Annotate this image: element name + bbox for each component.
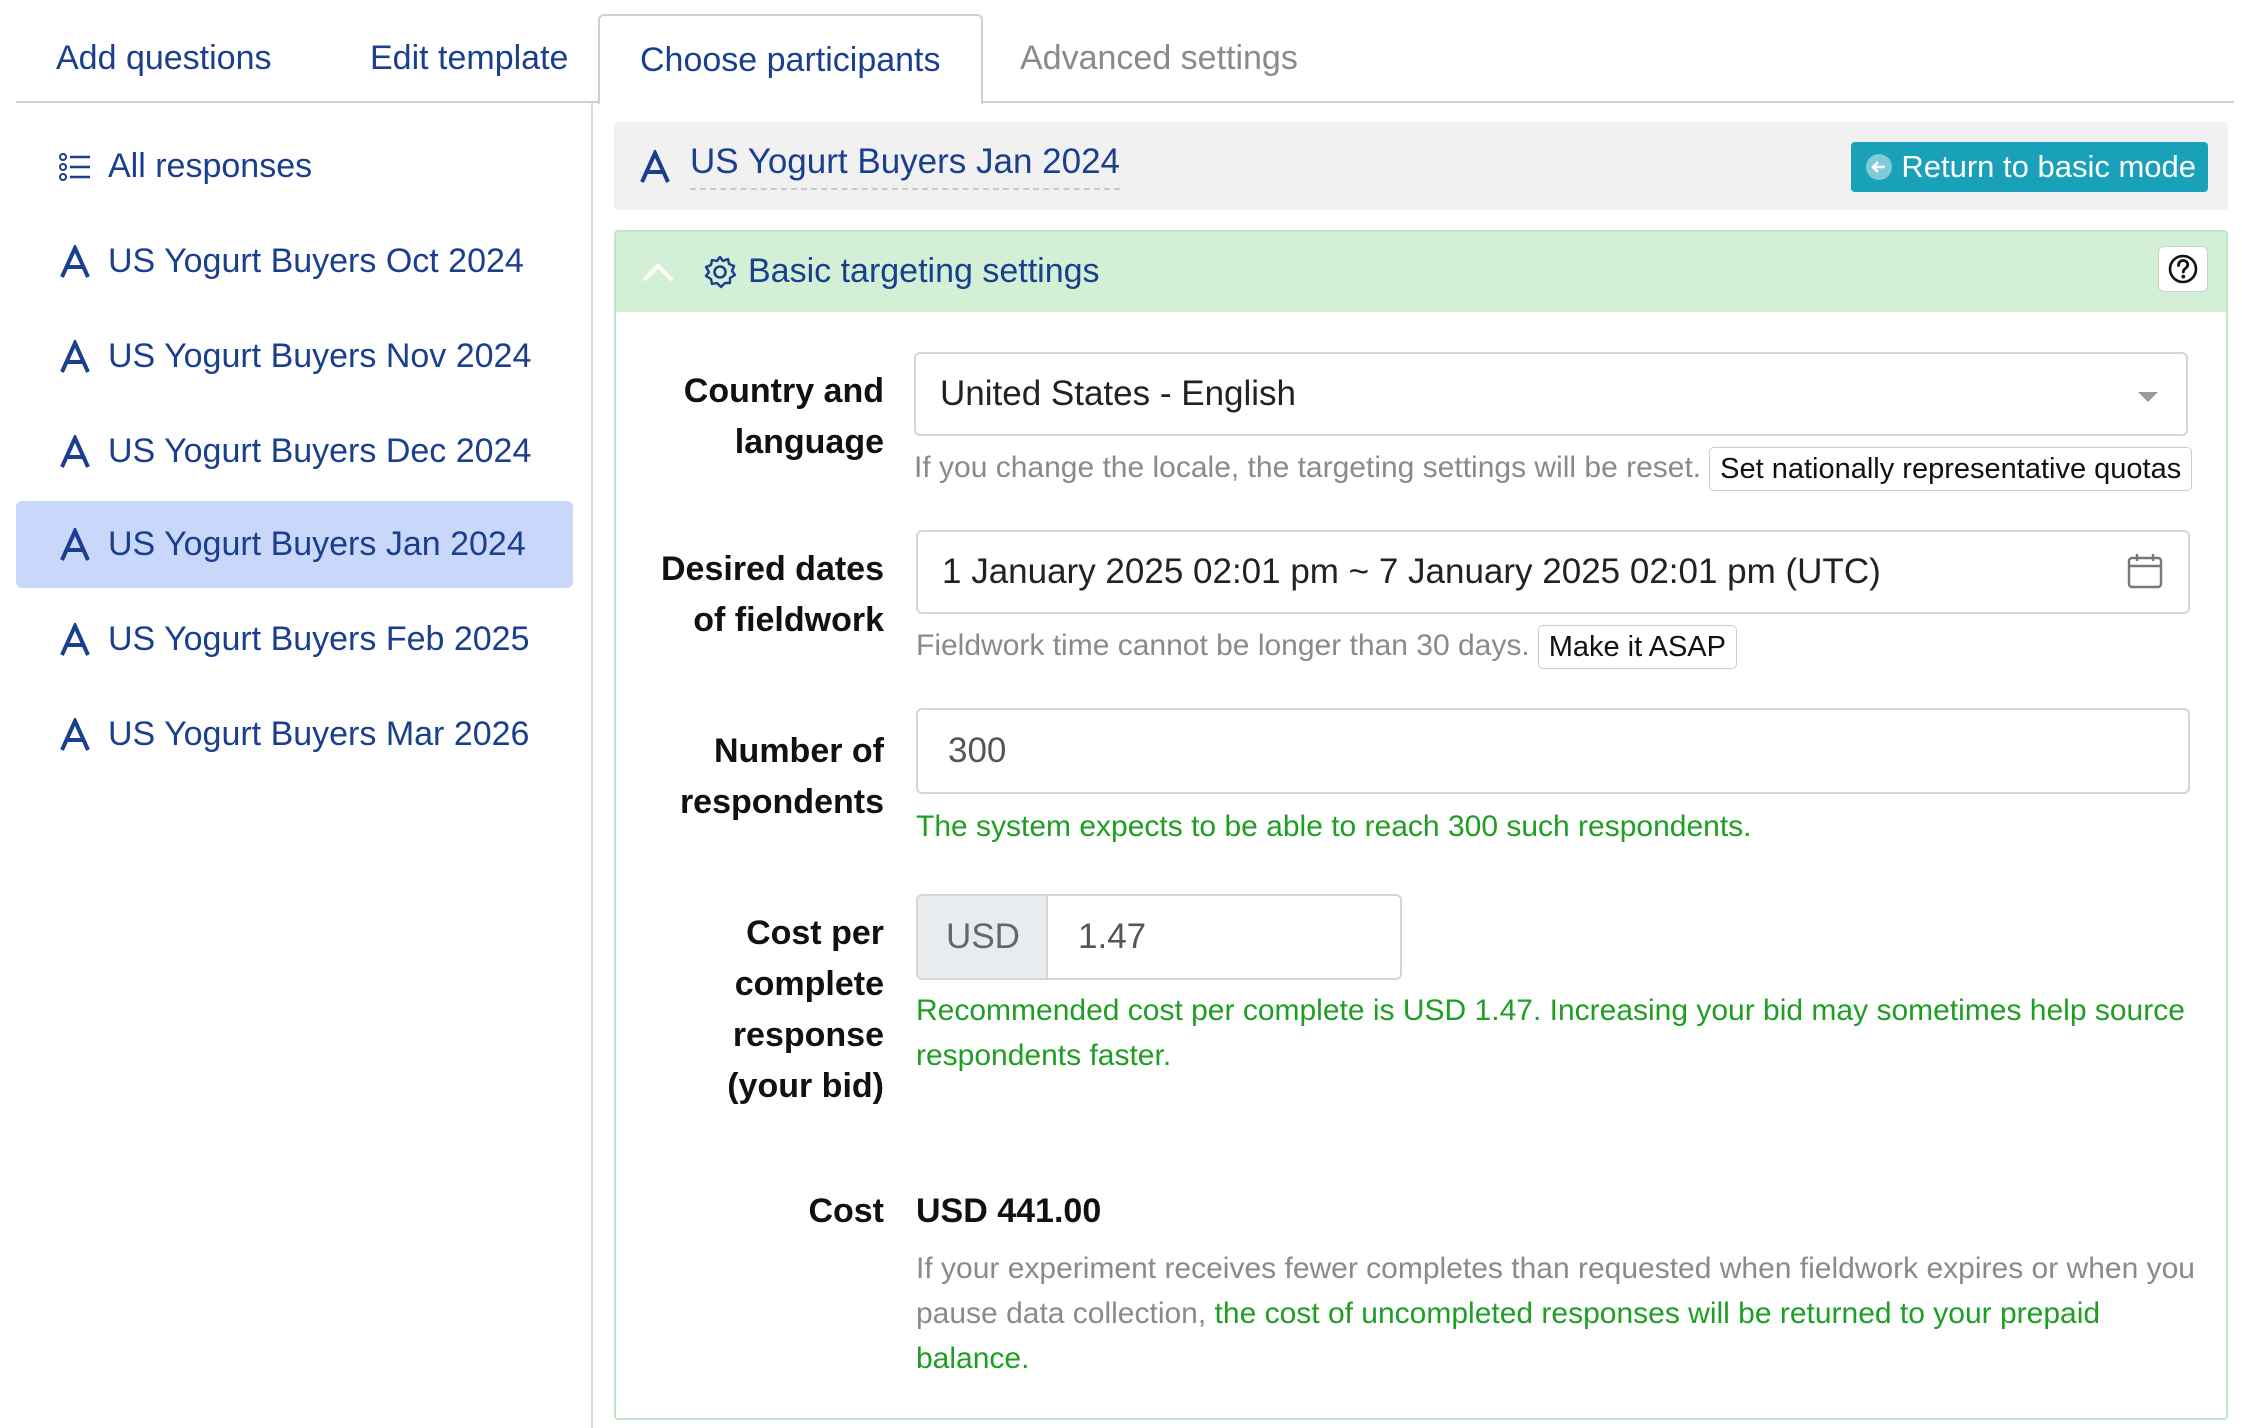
country-hint-text: If you change the locale, the targeting … — [914, 451, 1702, 484]
sidebar-item-all-responses[interactable]: All responses — [16, 123, 573, 210]
country-language-label: Country and language — [684, 366, 884, 468]
survey-title[interactable]: US Yogurt Buyers Jan 2024 — [690, 142, 1121, 190]
sidebar-item-survey[interactable]: US Yogurt Buyers Mar 2026 — [16, 691, 573, 778]
sidebar: All responses US Yogurt Buyers Oct 2024 … — [16, 103, 593, 1428]
fieldwork-dates-label: Desired dates of fieldwork — [661, 544, 884, 646]
sidebar-item-survey-selected[interactable]: US Yogurt Buyers Jan 2024 — [16, 501, 573, 588]
targeting-panel: Basic targeting settings Country and lan… — [614, 230, 2228, 1420]
survey-a-icon — [640, 150, 670, 183]
currency-addon: USD — [916, 894, 1048, 980]
tab-bar: Add questions Edit template Choose parti… — [16, 14, 2234, 105]
tab-add-questions[interactable]: Add questions — [16, 14, 312, 103]
survey-a-icon — [60, 717, 90, 751]
sidebar-item-label: US Yogurt Buyers Dec 2024 — [108, 432, 532, 470]
fieldwork-dates-input[interactable]: 1 January 2025 02:01 pm ~ 7 January 2025… — [916, 530, 2190, 614]
caret-down-icon — [2138, 392, 2158, 402]
label-line: Country and — [683, 372, 884, 410]
sidebar-item-label: US Yogurt Buyers Feb 2025 — [108, 620, 530, 658]
return-to-basic-mode-label: Return to basic mode — [1901, 149, 2196, 184]
respondents-hint: The system expects to be able to reach 3… — [916, 810, 1752, 843]
label-line: complete — [734, 965, 884, 1003]
sidebar-item-label: US Yogurt Buyers Oct 2024 — [108, 242, 524, 280]
survey-a-icon — [60, 622, 90, 656]
label-line: of fieldwork — [693, 601, 884, 639]
sidebar-item-label: US Yogurt Buyers Nov 2024 — [108, 337, 532, 375]
sidebar-item-label: US Yogurt Buyers Mar 2026 — [108, 715, 530, 753]
bid-input[interactable]: 1.47 — [1046, 894, 1402, 980]
label-line: Cost per — [746, 914, 884, 952]
help-icon — [2168, 254, 2198, 284]
country-language-select[interactable]: United States - English — [914, 352, 2188, 436]
label-line: respondents — [679, 783, 884, 821]
sidebar-item-label: All responses — [108, 147, 313, 185]
chevron-up-icon[interactable] — [638, 254, 678, 290]
tab-edit-template[interactable]: Edit template — [330, 14, 608, 103]
set-representative-quotas-button[interactable]: Set nationally representative quotas — [1709, 447, 2193, 492]
return-to-basic-mode-button[interactable]: Return to basic mode — [1851, 142, 2208, 192]
panel-title: Basic targeting settings — [748, 252, 1100, 290]
calendar-icon[interactable] — [2126, 552, 2164, 590]
survey-a-icon — [60, 244, 90, 278]
fieldwork-hint-text: Fieldwork time cannot be longer than 30 … — [916, 629, 1530, 662]
survey-a-icon — [60, 527, 90, 561]
respondents-input[interactable]: 300 — [916, 708, 2190, 794]
fieldwork-dates-value: 1 January 2025 02:01 pm ~ 7 January 2025… — [942, 552, 1881, 591]
survey-header: US Yogurt Buyers Jan 2024 Return to basi… — [614, 122, 2228, 210]
label-line: (your bid) — [727, 1067, 884, 1105]
cost-value: USD 441.00 — [916, 1192, 1102, 1230]
tab-choose-participants[interactable]: Choose participants — [598, 14, 983, 105]
arrow-left-circle-icon — [1866, 154, 1893, 180]
sidebar-item-survey[interactable]: US Yogurt Buyers Oct 2024 — [16, 218, 573, 305]
cost-note: If your experiment receives fewer comple… — [916, 1246, 2206, 1381]
label-line: Desired dates — [661, 550, 884, 588]
label-line: Number of — [714, 732, 884, 770]
label-line: language — [734, 423, 884, 461]
respondents-value: 300 — [948, 731, 1007, 770]
respondents-label: Number of respondents — [680, 726, 884, 828]
survey-a-icon — [60, 339, 90, 373]
list-icon — [59, 152, 90, 181]
panel-header[interactable]: Basic targeting settings — [616, 232, 2226, 312]
sidebar-item-survey[interactable]: US Yogurt Buyers Nov 2024 — [16, 313, 573, 400]
sidebar-item-survey[interactable]: US Yogurt Buyers Feb 2025 — [16, 596, 573, 683]
help-button[interactable] — [2158, 246, 2208, 292]
bid-hint: Recommended cost per complete is USD 1.4… — [916, 994, 2185, 1072]
make-it-asap-button[interactable]: Make it ASAP — [1537, 625, 1737, 670]
sidebar-item-survey[interactable]: US Yogurt Buyers Dec 2024 — [16, 408, 573, 495]
cost-label: Cost — [808, 1192, 884, 1230]
sidebar-item-label: US Yogurt Buyers Jan 2024 — [108, 525, 526, 563]
country-hint: If you change the locale, the targeting … — [914, 446, 2193, 492]
country-language-value: United States - English — [940, 374, 1297, 413]
survey-a-icon — [60, 434, 90, 468]
bid-value: 1.47 — [1078, 917, 1147, 956]
fieldwork-hint: Fieldwork time cannot be longer than 30 … — [916, 624, 1737, 670]
tab-advanced-settings[interactable]: Advanced settings — [980, 14, 1338, 103]
gear-icon — [704, 255, 737, 289]
label-line: response — [732, 1016, 884, 1054]
bid-label: Cost per complete response (your bid) — [727, 908, 884, 1112]
